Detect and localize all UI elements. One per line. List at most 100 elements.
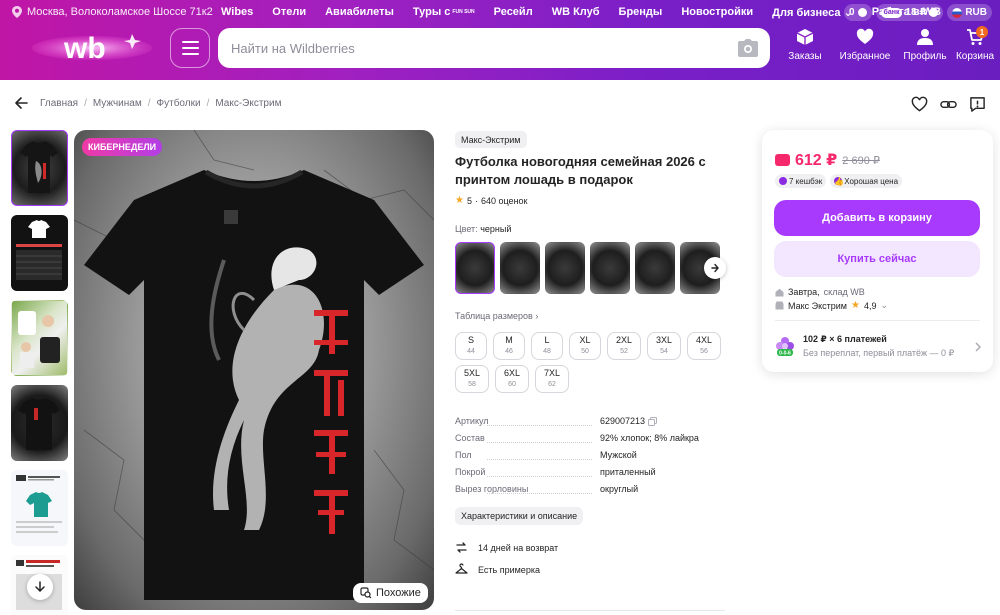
report-icon[interactable] bbox=[969, 96, 986, 113]
size-ru: 46 bbox=[505, 348, 513, 355]
nav-business[interactable]: Для бизнеса ⌄ bbox=[772, 6, 853, 19]
user-icon bbox=[917, 29, 933, 45]
product-rating[interactable]: ★ 5 · 640 оценок bbox=[455, 195, 527, 206]
thumbnail-4[interactable] bbox=[11, 385, 68, 461]
size-chart-thumbnail-image bbox=[16, 220, 62, 280]
rating-separator: · bbox=[474, 195, 478, 206]
fitting-info-text: Есть примерка bbox=[478, 564, 540, 575]
size-ru: 44 bbox=[467, 348, 475, 355]
size-option[interactable]: 7XL 62 bbox=[535, 365, 569, 393]
size-ru: 56 bbox=[700, 348, 708, 355]
color-swatch-4[interactable] bbox=[590, 242, 630, 294]
wallet-pill[interactable]: 0 bbox=[843, 4, 872, 21]
main-product-image[interactable] bbox=[74, 130, 434, 610]
size-option[interactable]: 6XL 60 bbox=[495, 365, 529, 393]
size-option[interactable]: XL 50 bbox=[569, 332, 601, 360]
buy-now-button[interactable]: Купить сейчас bbox=[774, 241, 980, 277]
arrow-left-icon[interactable] bbox=[14, 96, 28, 110]
seller-rating: 4,9 bbox=[863, 300, 877, 311]
spec-row: Артикул 629007213 bbox=[455, 416, 735, 433]
thumbnail-2[interactable] bbox=[11, 215, 68, 291]
share-link-icon[interactable] bbox=[940, 96, 957, 113]
search-input[interactable] bbox=[218, 28, 718, 68]
color-swatch-2[interactable] bbox=[500, 242, 540, 294]
copy-icon[interactable] bbox=[648, 416, 658, 426]
currency-pill[interactable]: RUB bbox=[947, 4, 992, 21]
bank-pill[interactable]: банк 18 ₽ bbox=[875, 4, 944, 21]
brand-link[interactable]: Макс-Экстрим bbox=[455, 131, 527, 148]
location-selector[interactable]: Москва, Волоколамское Шоссе 71к2 bbox=[12, 6, 213, 18]
tshirt-horse-print-image bbox=[74, 130, 434, 601]
wb-logo[interactable]: wb bbox=[14, 26, 154, 72]
thumbnail-1[interactable] bbox=[11, 130, 68, 206]
cashback-chip[interactable]: 7 кешбэк bbox=[775, 174, 827, 188]
size-option[interactable]: S 44 bbox=[455, 332, 487, 360]
size-table-link[interactable]: Таблица размеров › bbox=[455, 311, 538, 321]
swatches-next-button[interactable] bbox=[704, 257, 726, 279]
cashback-coin-icon bbox=[779, 177, 787, 185]
size-table-label: Таблица размеров bbox=[455, 311, 533, 321]
wallet-price-icon bbox=[775, 154, 790, 166]
size-option[interactable]: 5XL 58 bbox=[455, 365, 489, 393]
chevron-right-icon bbox=[975, 342, 981, 352]
heart-icon bbox=[856, 28, 874, 44]
cart-button[interactable]: Корзина bbox=[950, 28, 1000, 62]
site-header: Москва, Волоколамское Шоссе 71к2 Wibes О… bbox=[0, 0, 1000, 80]
add-to-cart-button[interactable]: Добавить в корзину bbox=[774, 200, 980, 236]
installment-icon: 0-0-6 bbox=[775, 336, 795, 358]
camera-search-icon[interactable] bbox=[738, 39, 758, 57]
size-name: 5XL bbox=[463, 368, 480, 378]
breadcrumb-tshirts[interactable]: Футболки bbox=[157, 98, 201, 109]
size-option[interactable]: 4XL 56 bbox=[687, 332, 721, 360]
profile-button[interactable]: Профиль bbox=[900, 28, 950, 62]
breadcrumb: Главная / Мужчинам / Футболки / Макс-Экстри… bbox=[14, 96, 281, 110]
details-button[interactable]: Характеристики и описание bbox=[455, 507, 584, 525]
seller-name: Макс Экстрим bbox=[788, 300, 847, 311]
catalog-menu-button[interactable] bbox=[170, 28, 210, 68]
size-option[interactable]: L 48 bbox=[531, 332, 563, 360]
color-swatch-3[interactable] bbox=[545, 242, 585, 294]
nav-resale[interactable]: Ресейл bbox=[494, 6, 533, 19]
similar-label: Похожие bbox=[376, 587, 421, 599]
spec-value: округлый bbox=[600, 484, 639, 494]
color-swatch-5[interactable] bbox=[635, 242, 675, 294]
nav-new-buildings[interactable]: Новостройки bbox=[681, 6, 753, 19]
installment-title: 102 ₽ × 6 платежей bbox=[803, 334, 887, 344]
size-option[interactable]: M 46 bbox=[493, 332, 525, 360]
good-price-text: Хорошая цена bbox=[844, 176, 899, 186]
breadcrumb-brand[interactable]: Макс-Экстрим bbox=[215, 98, 281, 109]
spec-row: Вырез горловины округлый bbox=[455, 484, 735, 501]
nav-brands[interactable]: Бренды bbox=[619, 6, 663, 19]
nav-hotels[interactable]: Отели bbox=[272, 6, 306, 19]
size-option[interactable]: 3XL 54 bbox=[647, 332, 681, 360]
breadcrumb-home[interactable]: Главная bbox=[40, 98, 78, 109]
thumbnail-3[interactable] bbox=[11, 300, 68, 376]
size-option[interactable]: 2XL 52 bbox=[607, 332, 641, 360]
spec-value: 92% хлопок; 8% лайкра bbox=[600, 433, 699, 443]
color-swatch-1[interactable] bbox=[455, 242, 495, 294]
tshirt-thumbnail-image bbox=[20, 141, 58, 193]
spec-row: Покрой приталенный bbox=[455, 467, 735, 484]
size-ru: 48 bbox=[543, 348, 551, 355]
thumbnail-5[interactable] bbox=[11, 470, 68, 546]
spec-key: Пол bbox=[455, 450, 600, 460]
similar-products-button[interactable]: Похожие bbox=[353, 583, 428, 603]
thumbnails-scroll-down-button[interactable] bbox=[27, 574, 53, 600]
installment-offer[interactable]: 0-0-6 102 ₽ × 6 платежей Без переплат, п… bbox=[775, 334, 985, 359]
nav-wibes[interactable]: Wibes bbox=[221, 6, 253, 19]
seller-link[interactable]: Макс Экстрим ★ 4,9 ⌄ bbox=[775, 300, 888, 311]
price-row: 612 ₽ 2 690 ₽ bbox=[775, 150, 880, 170]
rating-value: 5 bbox=[466, 195, 472, 206]
spec-row: Пол Мужской bbox=[455, 450, 735, 467]
nav-wb-club[interactable]: WB Клуб bbox=[552, 6, 600, 19]
top-bar: Москва, Волоколамское Шоссе 71к2 Wibes О… bbox=[0, 0, 1000, 26]
nav-tours[interactable]: Туры с FUN SUN bbox=[413, 6, 475, 19]
good-price-chip[interactable]: 👍 Хорошая цена bbox=[830, 174, 903, 188]
heart-outline-icon[interactable] bbox=[911, 96, 928, 113]
installment-text: 102 ₽ × 6 платежей Без переплат, первый … bbox=[803, 334, 954, 359]
orders-button[interactable]: Заказы bbox=[780, 28, 830, 62]
nav-flights[interactable]: Авиабилеты bbox=[325, 6, 394, 19]
favorites-button[interactable]: Избранное bbox=[830, 28, 900, 62]
breadcrumb-separator: / bbox=[84, 97, 87, 109]
breadcrumb-men[interactable]: Мужчинам bbox=[93, 98, 142, 109]
